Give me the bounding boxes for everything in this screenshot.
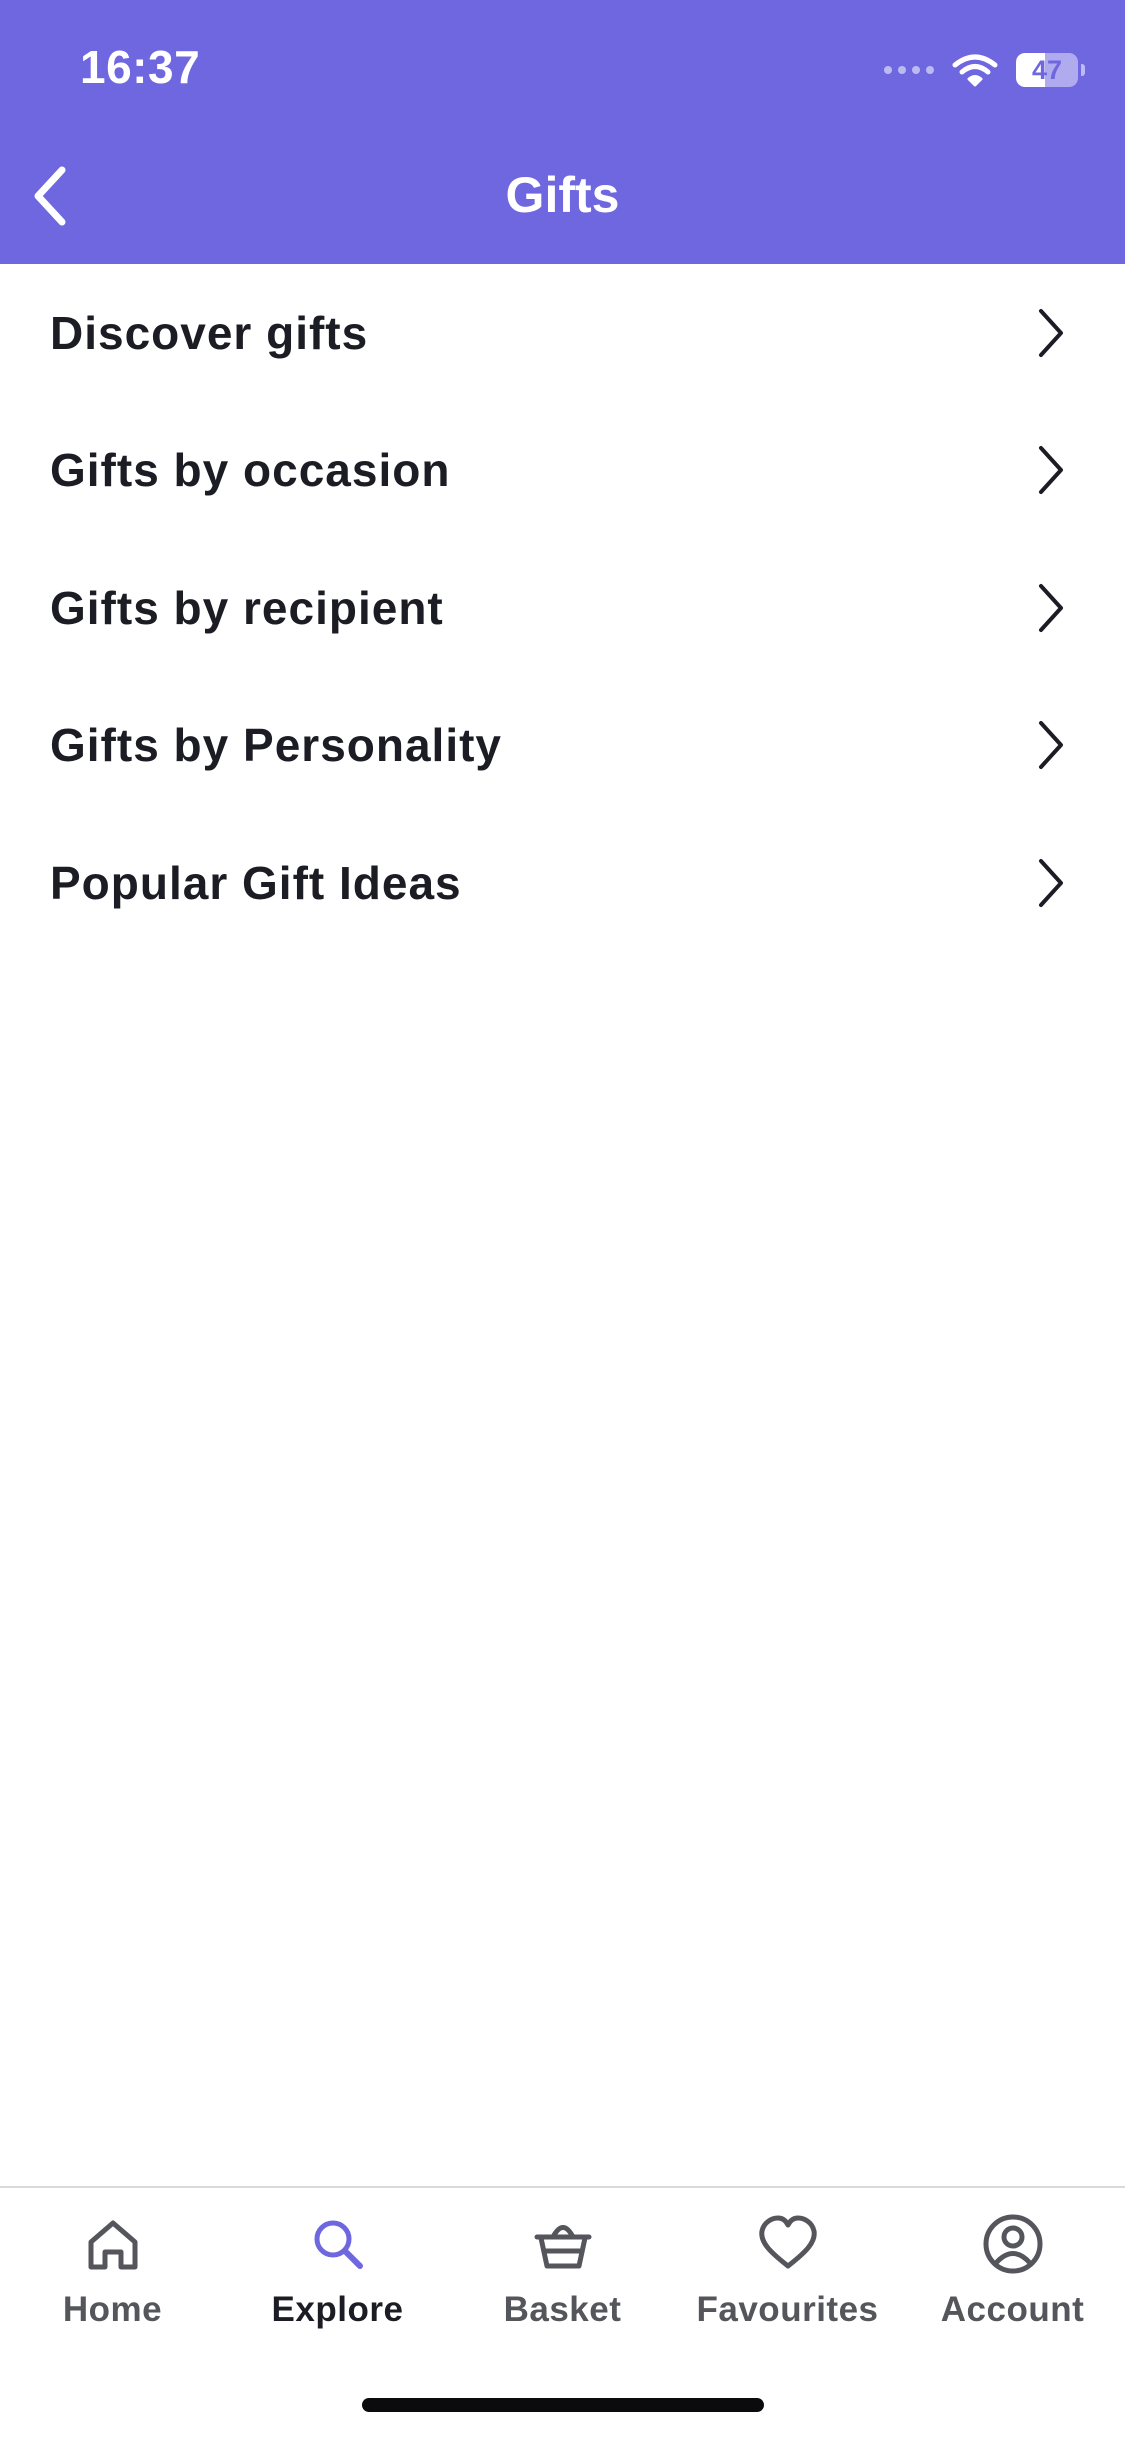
menu-item-label: Gifts by occasion	[50, 444, 451, 497]
chevron-right-icon	[1039, 858, 1063, 907]
gift-category-list: Discover gifts Gifts by occasion Gifts b…	[0, 264, 1125, 952]
menu-item-popular-gift-ideas[interactable]: Popular Gift Ideas	[0, 814, 1125, 952]
page-title: Gifts	[505, 167, 620, 223]
chevron-right-icon	[1039, 583, 1063, 632]
header: 16:37 47 Gifts	[0, 0, 1125, 264]
menu-item-label: Gifts by Personality	[50, 719, 503, 772]
search-icon	[314, 2220, 363, 2269]
status-icons: 47	[884, 48, 1085, 92]
chevron-right-icon	[1039, 446, 1063, 495]
status-time: 16:37	[80, 41, 201, 93]
menu-item-gifts-by-recipient[interactable]: Gifts by recipient	[0, 539, 1125, 677]
heart-icon	[758, 2215, 817, 2269]
tab-label: Home	[62, 2290, 163, 2329]
tab-label: Explore	[271, 2290, 404, 2329]
wifi-icon	[952, 54, 998, 87]
tab-label: Account	[940, 2290, 1085, 2329]
home-indicator	[362, 2398, 764, 2412]
home-icon	[88, 2220, 137, 2270]
tab-label: Favourites	[696, 2290, 879, 2329]
basket-icon	[534, 2225, 591, 2269]
tab-label: Basket	[503, 2290, 622, 2329]
tab-account[interactable]: Account	[900, 2188, 1125, 2358]
menu-item-gifts-by-occasion[interactable]: Gifts by occasion	[0, 402, 1125, 540]
tab-basket[interactable]: Basket	[450, 2188, 675, 2358]
cellular-signal-icon	[884, 66, 934, 74]
menu-item-label: Popular Gift Ideas	[50, 856, 462, 909]
menu-item-discover-gifts[interactable]: Discover gifts	[0, 264, 1125, 402]
tab-home[interactable]: Home	[0, 2188, 225, 2358]
chevron-right-icon	[1039, 721, 1063, 770]
menu-item-gifts-by-personality[interactable]: Gifts by Personality	[0, 677, 1125, 815]
chevron-right-icon	[1039, 308, 1063, 357]
account-icon	[983, 2214, 1042, 2274]
tab-explore[interactable]: Explore	[225, 2188, 450, 2358]
tab-favourites[interactable]: Favourites	[675, 2188, 900, 2358]
battery-level: 47	[1031, 55, 1063, 85]
menu-item-label: Gifts by recipient	[50, 581, 444, 634]
menu-item-label: Discover gifts	[50, 306, 369, 359]
battery-icon: 47	[1016, 53, 1078, 87]
